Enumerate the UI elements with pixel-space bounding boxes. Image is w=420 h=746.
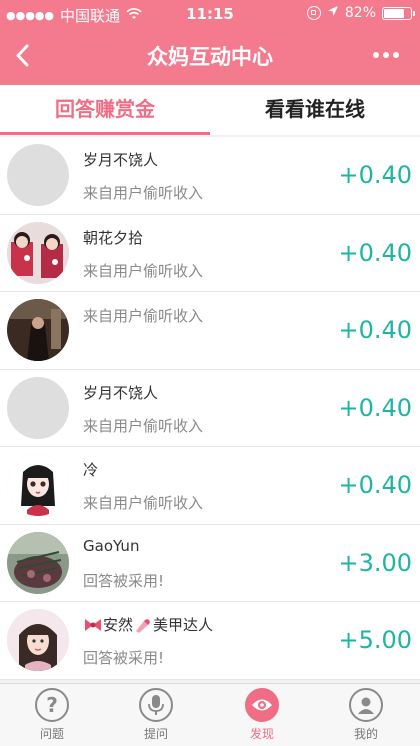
tab-answer-reward[interactable]: 回答赚赏金	[0, 85, 210, 135]
user-name: 冷	[83, 461, 99, 479]
tab-label: 发现	[249, 727, 274, 741]
avatar[interactable]	[7, 144, 69, 206]
nail-polish-icon	[133, 617, 153, 637]
amount: +0.40	[338, 471, 412, 499]
user-name: 安然 美甲达人	[83, 614, 213, 637]
microphone-icon	[139, 688, 173, 722]
tab-questions[interactable]: ? 问题	[22, 688, 82, 742]
more-dot	[393, 52, 399, 58]
list-item[interactable]: 朝花夕拾 来自用户偷听收入 +0.40	[0, 214, 420, 292]
list-item[interactable]: 来自用户偷听收入 +0.40	[0, 292, 420, 370]
more-button[interactable]	[366, 40, 406, 70]
tab-ask[interactable]: 提问	[126, 688, 186, 742]
more-dots-icon	[373, 52, 379, 58]
income-source: 来自用户偷听收入	[83, 494, 204, 512]
tab-label: 问题	[39, 727, 64, 741]
list-item[interactable]: GaoYun 回答被采用! +3.00	[0, 524, 420, 602]
avatar[interactable]	[7, 609, 69, 671]
avatar[interactable]	[7, 299, 69, 361]
tab-discover[interactable]: 发现	[232, 688, 292, 742]
battery-percent: 82%	[344, 5, 376, 21]
location-arrow-icon	[327, 5, 339, 21]
income-source: 回答被采用!	[83, 649, 165, 667]
user-name: GaoYun	[83, 536, 140, 555]
tab-label: 提问	[143, 727, 168, 741]
list-item[interactable]: 安然 美甲达人 回答被采用! +5.00	[0, 602, 420, 680]
page-title: 众妈互动中心	[147, 45, 273, 69]
tab-who-online[interactable]: 看看谁在线	[210, 85, 420, 135]
amount: +0.40	[338, 161, 412, 189]
earnings-list: 岁月不饶人 来自用户偷听收入 +0.40 朝花夕拾 来自用户偷听收入 +0.40…	[0, 137, 420, 680]
avatar[interactable]	[7, 221, 69, 284]
avatar[interactable]	[7, 454, 69, 516]
income-source: 来自用户偷听收入	[83, 184, 204, 202]
tab-mine[interactable]: 我的	[336, 688, 396, 742]
user-name-part: 安然	[103, 616, 134, 634]
avatar[interactable]	[7, 376, 69, 439]
income-source: 来自用户偷听收入	[83, 416, 204, 435]
header: ●●●●● 中国联通 11:15 82% 众妈互动中心	[0, 0, 420, 85]
user-name-part: 美甲达人	[153, 616, 214, 634]
bottom-tab-bar: ? 问题 提问 发现 我的	[0, 683, 420, 746]
income-source: 回答被采用!	[83, 571, 165, 590]
income-source: 来自用户偷听收入	[83, 261, 204, 280]
bow-icon	[83, 617, 103, 637]
amount: +0.40	[338, 393, 412, 422]
list-item[interactable]: 冷 来自用户偷听收入 +0.40	[0, 447, 420, 525]
list-item[interactable]: 岁月不饶人 来自用户偷听收入 +0.40	[0, 137, 420, 215]
rotation-lock-icon	[306, 6, 321, 20]
more-dot	[383, 52, 389, 58]
user-name: 朝花夕拾	[83, 228, 144, 247]
user-icon	[349, 688, 383, 722]
tab-bar-top: 回答赚赏金 看看谁在线	[0, 85, 420, 135]
income-source: 来自用户偷听收入	[83, 307, 204, 325]
status-bar: ●●●●● 中国联通 11:15 82%	[0, 0, 420, 28]
user-name: 岁月不饶人	[83, 383, 159, 402]
amount: +5.00	[338, 626, 412, 654]
eye-icon	[245, 688, 279, 722]
tab-label: 我的	[353, 727, 378, 741]
user-name: 岁月不饶人	[83, 151, 159, 169]
list-item[interactable]: 岁月不饶人 来自用户偷听收入 +0.40	[0, 369, 420, 447]
amount: +0.40	[338, 316, 412, 344]
amount: +0.40	[338, 238, 412, 267]
battery-fill	[384, 8, 404, 18]
navbar: 众妈互动中心	[0, 28, 420, 85]
amount: +3.00	[338, 548, 412, 577]
battery-icon	[382, 6, 415, 20]
question-icon: ?	[35, 688, 69, 722]
avatar[interactable]	[7, 531, 69, 594]
